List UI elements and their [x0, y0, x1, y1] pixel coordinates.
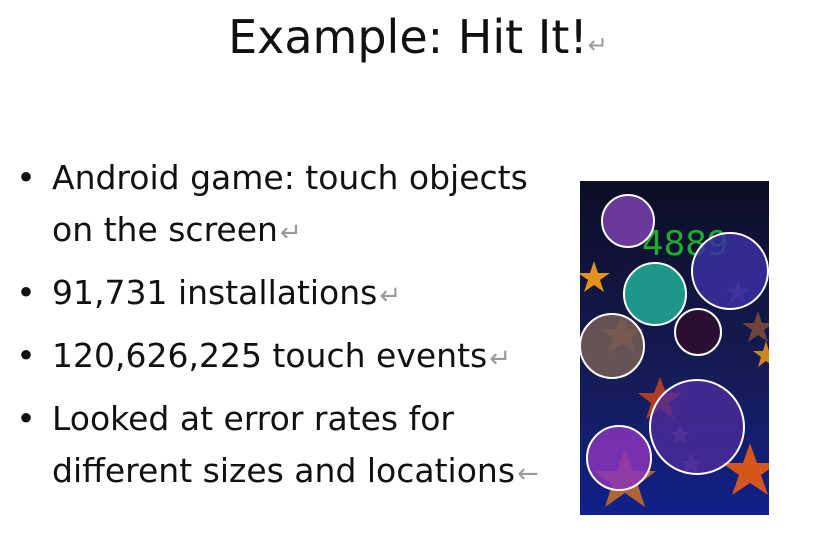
bullet-dot-icon: • [16, 158, 36, 197]
bullet-dot-icon: • [16, 399, 36, 438]
target-circle [649, 379, 745, 475]
return-mark-icon: ↵ [279, 218, 302, 248]
return-mark-icon: ↵ [587, 31, 608, 59]
bullet-text: 91,731 installations [52, 273, 378, 312]
return-mark-icon: ↵ [489, 344, 512, 374]
target-circle [601, 194, 655, 248]
bullet-list: • Android game: touch objects on the scr… [14, 152, 554, 508]
bullet-text: Looked at error rates for different size… [52, 399, 516, 490]
bullet-item: • Looked at error rates for different si… [14, 393, 554, 500]
bullet-dot-icon: • [16, 336, 36, 375]
bullet-item: • 120,626,225 touch events↵ [14, 330, 554, 385]
game-canvas: 4889 [580, 181, 769, 515]
slide-title-text: Example: Hit It! [228, 10, 588, 64]
slide-title: Example: Hit It!↵ [0, 8, 836, 74]
target-circle [674, 308, 722, 356]
bullet-dot-icon: • [16, 273, 36, 312]
bullet-item: • Android game: touch objects on the scr… [14, 152, 554, 259]
target-circle [586, 425, 652, 491]
return-mark-icon: ← [517, 459, 539, 489]
target-circle [623, 262, 687, 326]
return-mark-icon: ↵ [379, 281, 402, 311]
target-circle [691, 232, 769, 310]
bullet-item: • 91,731 installations↵ [14, 267, 554, 322]
target-circle [580, 313, 645, 379]
game-screenshot: 4889 [580, 181, 769, 515]
bullet-text: 120,626,225 touch events [52, 336, 488, 375]
